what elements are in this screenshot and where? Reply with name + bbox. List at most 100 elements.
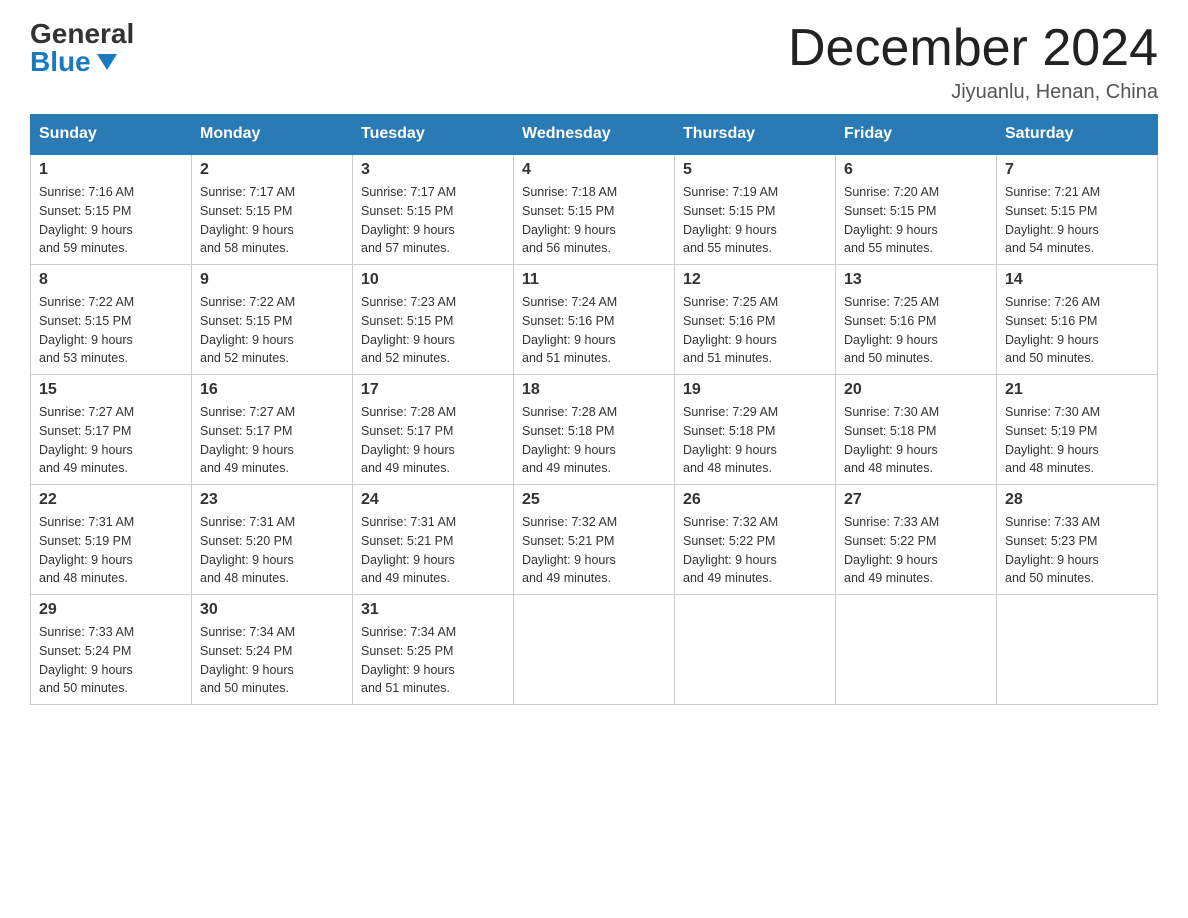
day-info: Sunrise: 7:31 AMSunset: 5:19 PMDaylight:… bbox=[39, 513, 183, 588]
day-number: 26 bbox=[683, 491, 827, 509]
calendar-cell: 31 Sunrise: 7:34 AMSunset: 5:25 PMDayligh… bbox=[353, 595, 514, 705]
column-header-wednesday: Wednesday bbox=[514, 115, 675, 155]
day-info: Sunrise: 7:19 AMSunset: 5:15 PMDaylight:… bbox=[683, 183, 827, 258]
day-number: 24 bbox=[361, 491, 505, 509]
calendar-cell: 18 Sunrise: 7:28 AMSunset: 5:18 PMDayligh… bbox=[514, 375, 675, 485]
day-number: 8 bbox=[39, 271, 183, 289]
calendar-cell bbox=[675, 595, 836, 705]
day-number: 10 bbox=[361, 271, 505, 289]
day-number: 4 bbox=[522, 161, 666, 179]
calendar-cell bbox=[997, 595, 1158, 705]
day-number: 9 bbox=[200, 271, 344, 289]
month-year-title: December 2024 bbox=[788, 20, 1158, 77]
calendar-cell: 25Sunrise: 7:32 AMSunset: 5:21 PMDayligh… bbox=[514, 485, 675, 595]
day-number: 2 bbox=[200, 161, 344, 179]
day-number: 7 bbox=[1005, 161, 1149, 179]
day-number: 15 bbox=[39, 381, 183, 399]
calendar-cell: 14 Sunrise: 7:26 AMSunset: 5:16 PMDayligh… bbox=[997, 265, 1158, 375]
day-info: Sunrise: 7:33 AMSunset: 5:23 PMDaylight:… bbox=[1005, 513, 1149, 588]
calendar-week-4: 22 Sunrise: 7:31 AMSunset: 5:19 PMDayligh… bbox=[31, 485, 1158, 595]
day-info: Sunrise: 7:20 AMSunset: 5:15 PMDaylight:… bbox=[844, 183, 988, 258]
calendar-week-2: 8 Sunrise: 7:22 AMSunset: 5:15 PMDaylight… bbox=[31, 265, 1158, 375]
calendar-cell: 13Sunrise: 7:25 AMSunset: 5:16 PMDayligh… bbox=[836, 265, 997, 375]
calendar-cell: 9 Sunrise: 7:22 AMSunset: 5:15 PMDaylight… bbox=[192, 265, 353, 375]
day-number: 3 bbox=[361, 161, 505, 179]
calendar-cell: 26 Sunrise: 7:32 AMSunset: 5:22 PMDayligh… bbox=[675, 485, 836, 595]
day-info: Sunrise: 7:29 AMSunset: 5:18 PMDaylight:… bbox=[683, 403, 827, 478]
calendar-cell: 27Sunrise: 7:33 AMSunset: 5:22 PMDayligh… bbox=[836, 485, 997, 595]
calendar-week-5: 29 Sunrise: 7:33 AMSunset: 5:24 PMDayligh… bbox=[31, 595, 1158, 705]
calendar-table: SundayMondayTuesdayWednesdayThursdayFrid… bbox=[30, 114, 1158, 705]
day-number: 29 bbox=[39, 601, 183, 619]
day-info: Sunrise: 7:30 AMSunset: 5:18 PMDaylight:… bbox=[844, 403, 988, 478]
column-header-sunday: Sunday bbox=[31, 115, 192, 155]
day-info: Sunrise: 7:34 AMSunset: 5:24 PMDaylight:… bbox=[200, 623, 344, 698]
calendar-week-1: 1Sunrise: 7:16 AMSunset: 5:15 PMDaylight… bbox=[31, 154, 1158, 265]
day-info: Sunrise: 7:23 AMSunset: 5:15 PMDaylight:… bbox=[361, 293, 505, 368]
calendar-header-row: SundayMondayTuesdayWednesdayThursdayFrid… bbox=[31, 115, 1158, 155]
calendar-cell: 20Sunrise: 7:30 AMSunset: 5:18 PMDayligh… bbox=[836, 375, 997, 485]
column-header-friday: Friday bbox=[836, 115, 997, 155]
day-number: 11 bbox=[522, 271, 666, 289]
day-info: Sunrise: 7:25 AMSunset: 5:16 PMDaylight:… bbox=[683, 293, 827, 368]
day-number: 13 bbox=[844, 271, 988, 289]
day-info: Sunrise: 7:28 AMSunset: 5:17 PMDaylight:… bbox=[361, 403, 505, 478]
day-number: 18 bbox=[522, 381, 666, 399]
calendar-cell: 16Sunrise: 7:27 AMSunset: 5:17 PMDayligh… bbox=[192, 375, 353, 485]
column-header-thursday: Thursday bbox=[675, 115, 836, 155]
day-number: 25 bbox=[522, 491, 666, 509]
day-info: Sunrise: 7:17 AMSunset: 5:15 PMDaylight:… bbox=[200, 183, 344, 258]
day-number: 19 bbox=[683, 381, 827, 399]
day-number: 14 bbox=[1005, 271, 1149, 289]
day-info: Sunrise: 7:34 AMSunset: 5:25 PMDaylight:… bbox=[361, 623, 505, 698]
logo-triangle-icon bbox=[97, 54, 117, 70]
day-info: Sunrise: 7:33 AMSunset: 5:24 PMDaylight:… bbox=[39, 623, 183, 698]
day-info: Sunrise: 7:31 AMSunset: 5:21 PMDaylight:… bbox=[361, 513, 505, 588]
calendar-cell: 5 Sunrise: 7:19 AMSunset: 5:15 PMDaylight… bbox=[675, 154, 836, 265]
calendar-cell: 22 Sunrise: 7:31 AMSunset: 5:19 PMDayligh… bbox=[31, 485, 192, 595]
calendar-cell bbox=[514, 595, 675, 705]
day-info: Sunrise: 7:31 AMSunset: 5:20 PMDaylight:… bbox=[200, 513, 344, 588]
logo: General Blue bbox=[30, 20, 134, 76]
day-number: 12 bbox=[683, 271, 827, 289]
day-info: Sunrise: 7:21 AMSunset: 5:15 PMDaylight:… bbox=[1005, 183, 1149, 258]
calendar-cell: 8 Sunrise: 7:22 AMSunset: 5:15 PMDaylight… bbox=[31, 265, 192, 375]
day-number: 5 bbox=[683, 161, 827, 179]
calendar-cell: 1Sunrise: 7:16 AMSunset: 5:15 PMDaylight… bbox=[31, 154, 192, 265]
calendar-cell: 6 Sunrise: 7:20 AMSunset: 5:15 PMDaylight… bbox=[836, 154, 997, 265]
day-number: 30 bbox=[200, 601, 344, 619]
logo-blue-text: Blue bbox=[30, 48, 117, 76]
calendar-cell: 3 Sunrise: 7:17 AMSunset: 5:15 PMDaylight… bbox=[353, 154, 514, 265]
day-info: Sunrise: 7:26 AMSunset: 5:16 PMDaylight:… bbox=[1005, 293, 1149, 368]
day-number: 6 bbox=[844, 161, 988, 179]
day-info: Sunrise: 7:28 AMSunset: 5:18 PMDaylight:… bbox=[522, 403, 666, 478]
day-info: Sunrise: 7:17 AMSunset: 5:15 PMDaylight:… bbox=[361, 183, 505, 258]
calendar-cell: 10 Sunrise: 7:23 AMSunset: 5:15 PMDayligh… bbox=[353, 265, 514, 375]
day-number: 31 bbox=[361, 601, 505, 619]
calendar-cell: 11 Sunrise: 7:24 AMSunset: 5:16 PMDayligh… bbox=[514, 265, 675, 375]
day-info: Sunrise: 7:18 AMSunset: 5:15 PMDaylight:… bbox=[522, 183, 666, 258]
day-info: Sunrise: 7:24 AMSunset: 5:16 PMDaylight:… bbox=[522, 293, 666, 368]
day-info: Sunrise: 7:27 AMSunset: 5:17 PMDaylight:… bbox=[39, 403, 183, 478]
calendar-cell: 24 Sunrise: 7:31 AMSunset: 5:21 PMDayligh… bbox=[353, 485, 514, 595]
column-header-saturday: Saturday bbox=[997, 115, 1158, 155]
calendar-cell: 28Sunrise: 7:33 AMSunset: 5:23 PMDayligh… bbox=[997, 485, 1158, 595]
day-number: 23 bbox=[200, 491, 344, 509]
column-header-monday: Monday bbox=[192, 115, 353, 155]
calendar-cell: 12 Sunrise: 7:25 AMSunset: 5:16 PMDayligh… bbox=[675, 265, 836, 375]
calendar-cell: 30 Sunrise: 7:34 AMSunset: 5:24 PMDayligh… bbox=[192, 595, 353, 705]
location-text: Jiyuanlu, Henan, China bbox=[788, 81, 1158, 104]
calendar-cell: 2 Sunrise: 7:17 AMSunset: 5:15 PMDaylight… bbox=[192, 154, 353, 265]
day-info: Sunrise: 7:33 AMSunset: 5:22 PMDaylight:… bbox=[844, 513, 988, 588]
calendar-week-3: 15 Sunrise: 7:27 AMSunset: 5:17 PMDayligh… bbox=[31, 375, 1158, 485]
calendar-cell: 19 Sunrise: 7:29 AMSunset: 5:18 PMDayligh… bbox=[675, 375, 836, 485]
day-info: Sunrise: 7:32 AMSunset: 5:22 PMDaylight:… bbox=[683, 513, 827, 588]
day-number: 22 bbox=[39, 491, 183, 509]
calendar-cell: 17Sunrise: 7:28 AMSunset: 5:17 PMDayligh… bbox=[353, 375, 514, 485]
day-info: Sunrise: 7:22 AMSunset: 5:15 PMDaylight:… bbox=[200, 293, 344, 368]
calendar-cell: 21Sunrise: 7:30 AMSunset: 5:19 PMDayligh… bbox=[997, 375, 1158, 485]
calendar-cell: 15 Sunrise: 7:27 AMSunset: 5:17 PMDayligh… bbox=[31, 375, 192, 485]
calendar-cell: 7 Sunrise: 7:21 AMSunset: 5:15 PMDaylight… bbox=[997, 154, 1158, 265]
day-number: 21 bbox=[1005, 381, 1149, 399]
day-info: Sunrise: 7:22 AMSunset: 5:15 PMDaylight:… bbox=[39, 293, 183, 368]
